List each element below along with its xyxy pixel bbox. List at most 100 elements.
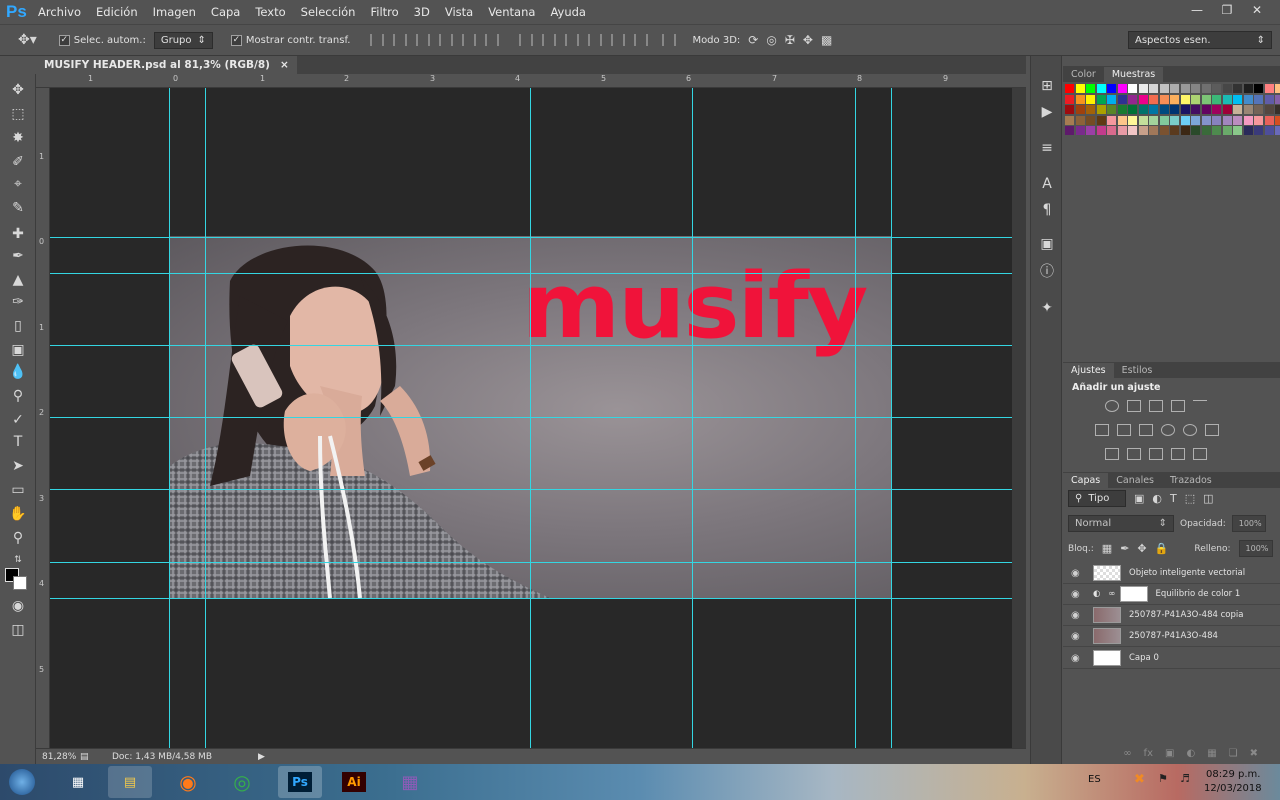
status-menu-arrow-icon[interactable]: ▶	[258, 752, 265, 762]
color-swatch[interactable]	[1117, 105, 1127, 114]
distribute-left-icon[interactable]	[588, 34, 603, 46]
fx-icon[interactable]: fx	[1144, 748, 1153, 764]
color-swatch[interactable]	[1065, 94, 1074, 104]
color-swatch[interactable]	[1212, 105, 1221, 114]
curves-icon[interactable]	[1149, 400, 1163, 412]
layer-filter-dropdown[interactable]: ⚲ Tipo	[1068, 490, 1126, 507]
color-swatch[interactable]	[1149, 94, 1158, 104]
close-tab-icon[interactable]: ×	[280, 59, 289, 71]
color-swatch[interactable]	[1128, 115, 1137, 125]
menu-texto[interactable]: Texto	[255, 5, 285, 19]
color-swatch[interactable]	[1275, 115, 1280, 125]
color-swatch[interactable]	[1170, 105, 1179, 114]
color-swatch[interactable]	[1075, 105, 1085, 114]
align-right-icon[interactable]	[485, 34, 500, 46]
guide-horizontal[interactable]	[50, 273, 1012, 274]
zoom-tool-icon[interactable]: ⚲	[7, 528, 29, 548]
winrar-taskbar-icon[interactable]: ▦	[388, 766, 432, 798]
color-swatch[interactable]	[1096, 126, 1106, 135]
color-swatch[interactable]	[1233, 126, 1242, 135]
add-mask-icon[interactable]: ▣	[1165, 748, 1174, 764]
color-swatch[interactable]	[1138, 126, 1148, 135]
color-swatch[interactable]	[1275, 126, 1280, 135]
vertical-scrollbar[interactable]	[1012, 88, 1026, 748]
color-swatch[interactable]	[1222, 94, 1232, 104]
hue-saturation-icon[interactable]	[1095, 424, 1109, 436]
auto-select-checkbox[interactable]: ✓	[58, 34, 70, 46]
color-swatch[interactable]	[1201, 84, 1211, 93]
tab-color[interactable]: Color	[1063, 67, 1104, 82]
drag-3d-icon[interactable]: ✠	[785, 33, 795, 47]
levels-icon[interactable]	[1127, 400, 1141, 412]
color-swatch[interactable]	[1254, 84, 1263, 93]
actions-panel-icon[interactable]: ▶	[1036, 102, 1058, 122]
minimize-button[interactable]: —	[1186, 2, 1208, 18]
restore-button[interactable]: ❐	[1216, 2, 1238, 18]
filter-adjust-icon[interactable]: ◐	[1152, 492, 1162, 505]
color-swatch[interactable]	[1264, 84, 1274, 93]
color-swatch[interactable]	[1170, 126, 1179, 135]
color-swatch[interactable]	[1075, 115, 1085, 125]
eraser-tool-icon[interactable]: ▯	[7, 316, 29, 336]
eye-icon[interactable]: ◉	[1071, 610, 1083, 621]
background-color-swatch[interactable]	[13, 576, 27, 590]
menu-3d[interactable]: 3D	[414, 5, 430, 19]
healing-brush-tool-icon[interactable]: ✚	[7, 224, 29, 244]
color-swatch[interactable]	[1107, 126, 1116, 135]
zoom-level[interactable]: 81,28%	[42, 752, 80, 762]
color-swatch[interactable]	[1254, 126, 1263, 135]
color-swatch[interactable]	[1243, 126, 1253, 135]
history-brush-tool-icon[interactable]: ✑	[7, 292, 29, 312]
color-swatch[interactable]	[1222, 115, 1232, 125]
color-balance-icon[interactable]	[1117, 424, 1131, 436]
pen-tool-icon[interactable]: ✓	[7, 410, 29, 430]
channel-mixer-icon[interactable]	[1183, 424, 1197, 436]
color-swatch[interactable]	[1159, 84, 1169, 93]
color-swatch[interactable]	[1264, 94, 1274, 104]
filter-pixel-icon[interactable]: ▣	[1134, 492, 1144, 505]
canvas-area[interactable]: musify	[50, 88, 1012, 748]
tab-ajustes[interactable]: Ajustes	[1063, 363, 1114, 378]
distribute-top-icon[interactable]	[519, 34, 534, 46]
color-swatch[interactable]	[1191, 94, 1200, 104]
info-panel-icon[interactable]: ⓘ	[1036, 261, 1058, 281]
scale-3d-icon[interactable]: ▩	[821, 33, 832, 47]
menu-edicion[interactable]: Edición	[96, 5, 138, 19]
color-swatch[interactable]	[1149, 126, 1158, 135]
properties-panel-icon[interactable]: ≡	[1036, 138, 1058, 158]
layer-row[interactable]: ◉ 250787-P41A3O-484	[1063, 626, 1280, 647]
color-swatch[interactable]	[1180, 84, 1190, 93]
volume-tray-icon[interactable]: ♬	[1180, 772, 1190, 785]
lock-image-icon[interactable]: ✒	[1120, 542, 1129, 555]
eye-icon[interactable]: ◉	[1071, 568, 1083, 579]
swap-colors-icon[interactable]: ⇅	[7, 550, 29, 570]
color-swatch[interactable]	[1222, 126, 1232, 135]
calculator-taskbar-icon[interactable]: ▦	[56, 766, 100, 798]
guide-vertical[interactable]	[855, 88, 856, 748]
distribute-vcenter-icon[interactable]	[542, 34, 557, 46]
new-adjustment-icon[interactable]: ◐	[1186, 748, 1195, 764]
rectangle-tool-icon[interactable]: ▭	[7, 480, 29, 500]
color-swatch[interactable]	[1086, 84, 1095, 93]
opacity-field[interactable]: 100%	[1231, 515, 1266, 532]
align-hcenter-icon[interactable]	[462, 34, 477, 46]
clock-date[interactable]: 12/03/2018	[1204, 783, 1262, 794]
vibrance-icon[interactable]	[1193, 400, 1207, 412]
firefox-taskbar-icon[interactable]: ◉	[166, 766, 210, 798]
exposure-icon[interactable]	[1171, 400, 1185, 412]
layer-row[interactable]: ◉ ◐ ∞ Equilibrio de color 1	[1063, 584, 1280, 605]
color-swatch[interactable]	[1065, 105, 1074, 114]
color-swatch[interactable]	[1096, 115, 1106, 125]
color-swatch[interactable]	[1222, 105, 1232, 114]
color-swatch[interactable]	[1096, 105, 1106, 114]
color-swatch[interactable]	[1243, 84, 1253, 93]
distribute-bottom-icon[interactable]	[565, 34, 580, 46]
guide-vertical[interactable]	[530, 88, 531, 748]
color-swatch[interactable]	[1201, 115, 1211, 125]
type-tool-icon[interactable]: T	[7, 432, 29, 452]
menu-vista[interactable]: Vista	[445, 5, 473, 19]
export-icon[interactable]: ▤	[80, 752, 98, 762]
color-swatch[interactable]	[1233, 115, 1242, 125]
color-swatch[interactable]	[1075, 84, 1085, 93]
color-swatch[interactable]	[1254, 94, 1263, 104]
